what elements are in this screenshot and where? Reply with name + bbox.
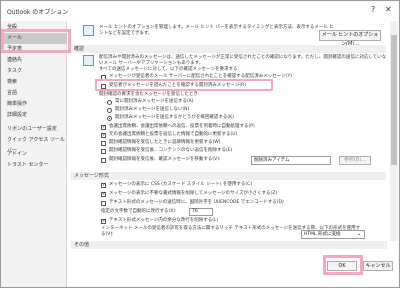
mailtips-desc-2: ントなどを設定できます。 bbox=[99, 31, 153, 36]
window-title: Outlook のオプション bbox=[7, 9, 69, 16]
update-receipt-label: 開封確認情報を受信したときに追跡情報を更新する(W) bbox=[109, 140, 221, 145]
sidebar-item-contacts[interactable]: 連絡先 bbox=[1, 55, 67, 66]
title-bar: Outlook のオプション ? ✕ bbox=[1, 1, 399, 21]
sidebar-item-language[interactable]: 言語 bbox=[1, 88, 67, 99]
sidebar-item-trust-center[interactable]: トラスト センター bbox=[1, 160, 67, 171]
cancel-button[interactable]: キャンセル bbox=[363, 261, 393, 271]
radio-never-send-label: 開封済みメッセージを送信しない(N) bbox=[115, 107, 190, 112]
options-window: Outlook のオプション ? ✕ 全般 メール 予定表 連絡先 タスク 検索… bbox=[0, 0, 400, 288]
mailtips-icon bbox=[83, 25, 94, 36]
close-icon[interactable]: ✕ bbox=[385, 5, 392, 15]
uuencode-label: テキスト形式のメッセージの送信時に、国际外字を UUENCODE でエンコードす… bbox=[109, 200, 284, 205]
remove-linebreaks-checkbox[interactable]: ✓ bbox=[101, 219, 106, 224]
remove-linebreaks-label: テキスト形式メッセージ内の余分な改行を削除する(L) bbox=[109, 218, 219, 223]
internet-format-select[interactable]: HTML 形式に変換 bbox=[301, 230, 365, 239]
auto-process-label: 会議出席依頼、会議出席依頼への返信、投票を到着時に自動処理する(P) bbox=[109, 124, 255, 129]
sidebar-item-ribbon[interactable]: リボンのユーザー設定 bbox=[1, 124, 67, 135]
update-tracking-checkbox[interactable]: ✓ bbox=[101, 133, 106, 138]
section-other: その他 bbox=[71, 241, 387, 249]
radio-always-send-label: 常に開封済みメッセージを送信する(A) bbox=[115, 99, 194, 104]
sidebar-item-accessibility[interactable]: 簡単操作 bbox=[1, 99, 67, 110]
section-confirm: 確認 bbox=[71, 45, 386, 53]
receipt-folder-field[interactable]: 削除済みアイテム bbox=[251, 156, 331, 165]
reduce-size-checkbox[interactable]: ✓ bbox=[101, 192, 106, 197]
sidebar-item-qat[interactable]: クイック アクセス ツール バー bbox=[1, 135, 67, 154]
section-message-format: メッセージ形式 bbox=[71, 172, 386, 180]
use-css-label: メッセージの表示に CSS (カスケード スタイル シート) を使用する(C) bbox=[109, 182, 253, 187]
sidebar-item-tasks[interactable]: タスク bbox=[1, 66, 67, 77]
sidebar-item-search[interactable]: 検索 bbox=[1, 77, 67, 88]
radio-never-send[interactable] bbox=[107, 108, 112, 113]
chevron-down-icon: ⌄ bbox=[357, 231, 362, 237]
mailtips-options-button[interactable]: メール ヒントのオプション(M)... bbox=[319, 30, 381, 47]
content-scrollbar[interactable] bbox=[390, 21, 398, 241]
delete-empty-reply-label: 開封確認情報を受信後、コンテンツのない返信を削除する(E) bbox=[109, 148, 233, 153]
move-receipt-checkbox[interactable] bbox=[101, 158, 106, 163]
internet-format-label-2: る(V): bbox=[101, 232, 114, 237]
options-content: メール ヒントのオプションを管理します。メール ヒント バーを表示するタイミング… bbox=[69, 21, 389, 241]
confirm-desc-3: すべての送信メッセージに対して、以下の確認メッセージを要求する: bbox=[99, 67, 239, 72]
sidebar: 全般 メール 予定表 連絡先 タスク 検索 言語 簡単操作 詳細設定 リボンのユ… bbox=[1, 21, 67, 287]
update-tracking-label: 元の会議出席依頼と投票を返信した情報で自動的に更新する(U) bbox=[109, 132, 238, 137]
auto-process-checkbox[interactable]: ✓ bbox=[101, 125, 106, 130]
uuencode-checkbox[interactable] bbox=[101, 201, 106, 206]
highlight-ok-button bbox=[323, 255, 363, 275]
sidebar-item-addins[interactable]: アドイン bbox=[1, 149, 67, 160]
auto-wrap-label: 指定の文字数で自動的に改行する(X): bbox=[101, 209, 177, 214]
wrap-width-field[interactable]: 76 bbox=[189, 208, 213, 216]
browse-button[interactable]: 参照(B)... bbox=[339, 156, 371, 165]
use-css-checkbox[interactable]: ✓ bbox=[101, 183, 106, 188]
highlight-mail-nav bbox=[1, 29, 71, 53]
scrollbar-thumb[interactable] bbox=[391, 35, 397, 165]
radio-ask-each-time-label: 開封済みメッセージを送信するかどうかを毎回確認する(K) bbox=[115, 115, 234, 120]
read-receipt-request-label: 開封確認の要求を含むメッセージを受信したとき: bbox=[99, 92, 200, 97]
move-receipt-label: 開封確認情報を受信後、確認メッセージを移動する(V): bbox=[109, 157, 221, 162]
tracking-icon bbox=[83, 55, 94, 66]
update-receipt-checkbox[interactable] bbox=[101, 141, 106, 146]
highlight-read-receipt bbox=[95, 79, 273, 91]
help-icon[interactable]: ? bbox=[371, 5, 375, 15]
radio-always-send[interactable] bbox=[107, 100, 112, 105]
sidebar-item-advanced[interactable]: 詳細設定 bbox=[1, 110, 67, 121]
radio-ask-each-time[interactable] bbox=[107, 116, 112, 121]
delete-empty-reply-checkbox[interactable] bbox=[101, 149, 106, 154]
reduce-size-label: メッセージの表示に不要な書式情報を削除してメッセージのサイズが小さくする(Z) bbox=[109, 191, 278, 196]
